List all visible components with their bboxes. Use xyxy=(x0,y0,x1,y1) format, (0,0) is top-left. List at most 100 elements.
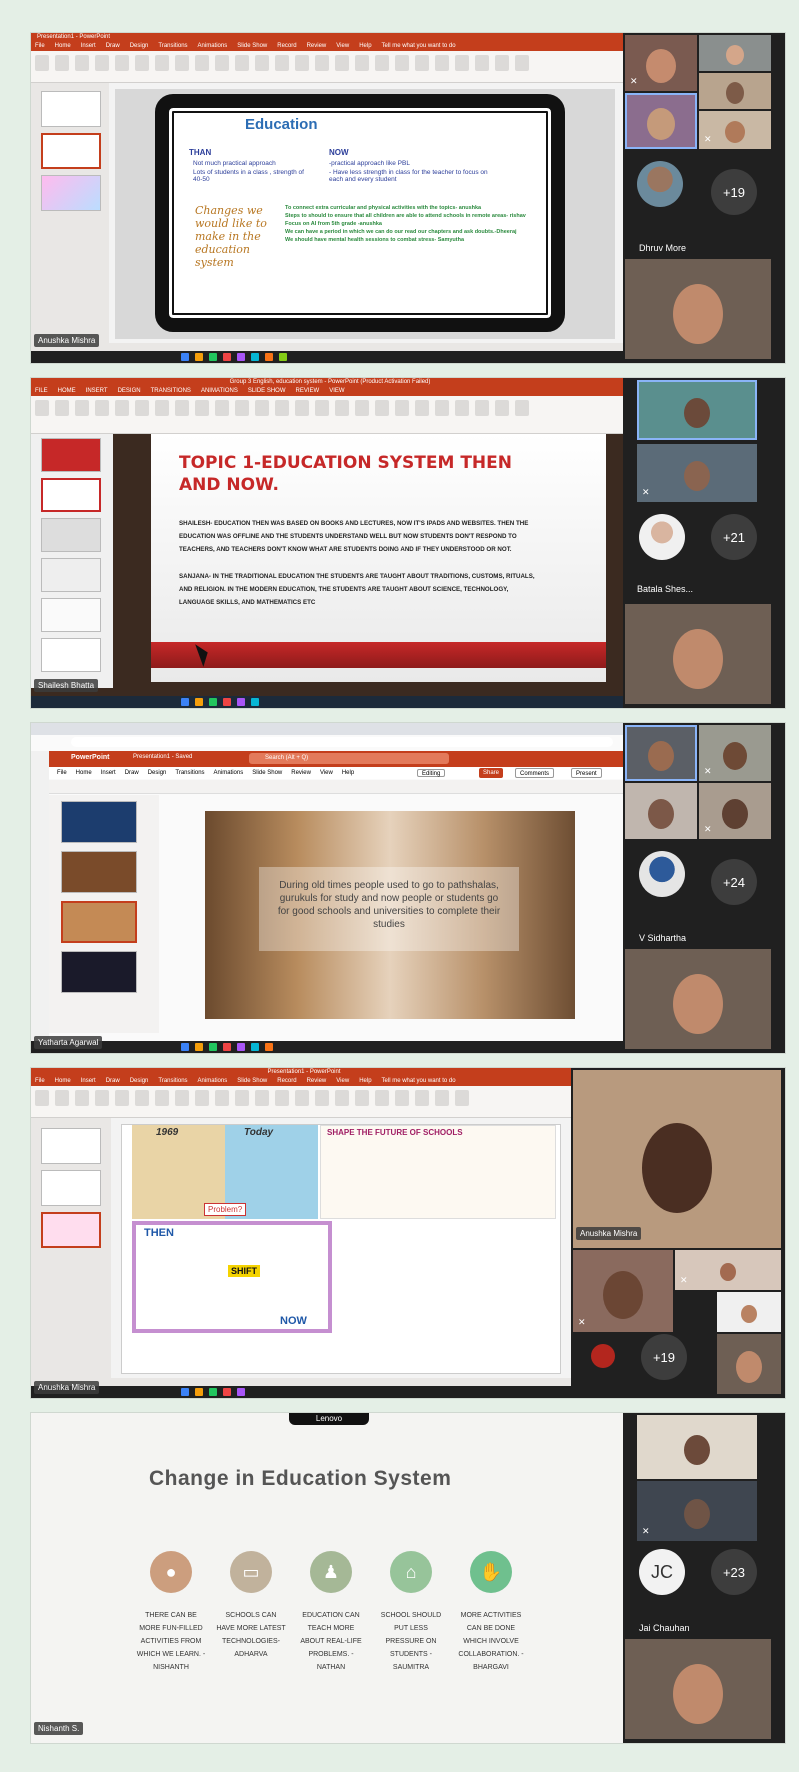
menu-item[interactable]: FILE xyxy=(35,388,48,394)
menu-item[interactable]: Record xyxy=(277,1078,296,1084)
slide-thumbnail[interactable] xyxy=(41,175,101,211)
menu-item[interactable]: Home xyxy=(55,43,71,49)
menu-item[interactable]: HOME xyxy=(58,388,76,394)
video-tile[interactable] xyxy=(699,73,771,109)
video-tile[interactable] xyxy=(625,725,697,781)
menu-item[interactable]: SLIDE SHOW xyxy=(248,388,286,394)
video-tile[interactable]: ✕ xyxy=(573,1250,673,1332)
menu-item[interactable]: INSERT xyxy=(86,388,108,394)
share-button[interactable]: Share xyxy=(479,768,504,778)
menu-item[interactable]: Help xyxy=(359,43,371,49)
more-participants-count[interactable]: +19 xyxy=(641,1334,687,1380)
menu-item[interactable]: ANIMATIONS xyxy=(201,388,238,394)
menu-item[interactable]: Help xyxy=(342,770,354,776)
video-tile[interactable]: Anushka Mishra xyxy=(573,1070,781,1248)
menu-item[interactable]: Tell me what you want to do xyxy=(382,43,456,49)
video-tile[interactable] xyxy=(625,259,771,359)
video-tile[interactable] xyxy=(637,1415,757,1479)
menu-item[interactable]: File xyxy=(35,1078,45,1084)
menu-item[interactable]: Insert xyxy=(81,43,96,49)
menu-item[interactable]: Transitions xyxy=(175,770,204,776)
slide-thumbnail[interactable] xyxy=(41,91,101,127)
menu-item[interactable]: Review xyxy=(307,43,327,49)
menu-item[interactable]: View xyxy=(320,770,333,776)
slide-thumbnail[interactable] xyxy=(61,851,137,893)
slide-thumbnail[interactable] xyxy=(41,1170,101,1206)
menu-item[interactable]: Draw xyxy=(125,770,139,776)
menu-item[interactable]: Slide Show xyxy=(237,43,267,49)
menu-item[interactable]: Transitions xyxy=(158,43,187,49)
slide-thumbnails[interactable] xyxy=(31,434,113,688)
menu-item[interactable]: Review xyxy=(291,770,311,776)
menu-item[interactable]: Transitions xyxy=(158,1078,187,1084)
menu-item[interactable]: Help xyxy=(359,1078,371,1084)
menu-item[interactable]: Design xyxy=(148,770,167,776)
video-tile[interactable]: ✕ xyxy=(637,444,757,502)
menu-item[interactable]: VIEW xyxy=(329,388,344,394)
menu-item[interactable]: Home xyxy=(55,1078,71,1084)
video-tile[interactable] xyxy=(699,35,771,71)
present-button[interactable]: Present xyxy=(571,768,602,778)
video-tile[interactable] xyxy=(625,783,697,839)
slide-thumbnail[interactable] xyxy=(41,1212,101,1248)
video-tile[interactable] xyxy=(625,1639,771,1739)
slide-thumbnail[interactable] xyxy=(41,438,101,472)
comments-button[interactable]: Comments xyxy=(515,768,555,778)
menu-item[interactable]: Record xyxy=(277,43,296,49)
video-tile[interactable]: ✕ xyxy=(625,35,697,91)
menu-item[interactable]: Design xyxy=(130,1078,149,1084)
menu-item[interactable]: File xyxy=(35,43,45,49)
menu-item[interactable]: View xyxy=(336,43,349,49)
menu-item[interactable]: Insert xyxy=(81,1078,96,1084)
menu-item[interactable]: Home xyxy=(76,770,92,776)
video-tile[interactable]: ✕ xyxy=(699,111,771,149)
slide-thumbnail[interactable] xyxy=(41,638,101,672)
video-off-icon[interactable] xyxy=(591,1344,615,1368)
more-participants-count[interactable]: +24 xyxy=(711,859,757,905)
video-tile[interactable]: ✕ xyxy=(699,783,771,839)
menu-item[interactable]: Design xyxy=(130,43,149,49)
menu-item[interactable]: Review xyxy=(307,1078,327,1084)
video-tile[interactable]: ✕ xyxy=(699,725,771,781)
menu-item[interactable]: Draw xyxy=(106,1078,120,1084)
slide-thumbnail[interactable] xyxy=(41,478,101,512)
slide-thumbnails[interactable] xyxy=(49,795,159,1033)
menu-item[interactable]: Tell me what you want to do xyxy=(382,1078,456,1084)
video-tile[interactable] xyxy=(625,604,771,704)
editing-button[interactable]: Editing xyxy=(417,769,446,777)
slide-thumbnail[interactable] xyxy=(41,558,101,592)
more-participants-count[interactable]: +21 xyxy=(711,514,757,560)
video-tile[interactable]: ✕ xyxy=(637,1481,757,1541)
slide-thumbnail[interactable] xyxy=(41,133,101,169)
slide-thumbnail[interactable] xyxy=(61,801,137,843)
menu-item[interactable]: Slide Show xyxy=(252,770,282,776)
video-tile[interactable] xyxy=(717,1334,781,1394)
video-tile[interactable]: ✕ xyxy=(675,1250,781,1290)
video-tile[interactable] xyxy=(717,1292,781,1332)
menu-item[interactable]: DESIGN xyxy=(118,388,141,394)
menu-item[interactable]: View xyxy=(336,1078,349,1084)
search-input[interactable]: Search (Alt + Q) xyxy=(249,753,449,764)
menu-item[interactable]: Animations xyxy=(198,1078,228,1084)
video-tile[interactable] xyxy=(637,380,757,440)
menu-item[interactable]: Animations xyxy=(198,43,228,49)
slide-thumbnails[interactable] xyxy=(31,1118,111,1378)
video-tile[interactable] xyxy=(625,93,697,149)
slide-thumbnails[interactable] xyxy=(31,83,109,343)
menu-item[interactable]: Draw xyxy=(106,43,120,49)
slide-thumbnail[interactable] xyxy=(41,518,101,552)
menu-item[interactable]: Insert xyxy=(101,770,116,776)
more-participants-count[interactable]: +23 xyxy=(711,1549,757,1595)
menu-item[interactable]: TRANSITIONS xyxy=(151,388,191,394)
address-bar[interactable] xyxy=(71,737,613,747)
menu-item[interactable]: REVIEW xyxy=(296,388,320,394)
video-tile[interactable] xyxy=(625,949,771,1049)
more-participants-count[interactable]: +19 xyxy=(711,169,757,215)
menu-item[interactable]: Animations xyxy=(214,770,244,776)
slide-thumbnail[interactable] xyxy=(41,598,101,632)
slide-thumbnail[interactable] xyxy=(61,951,137,993)
slide-thumbnail[interactable] xyxy=(61,901,137,943)
menu-item[interactable]: File xyxy=(57,770,67,776)
slide-thumbnail[interactable] xyxy=(41,1128,101,1164)
menu-item[interactable]: Slide Show xyxy=(237,1078,267,1084)
